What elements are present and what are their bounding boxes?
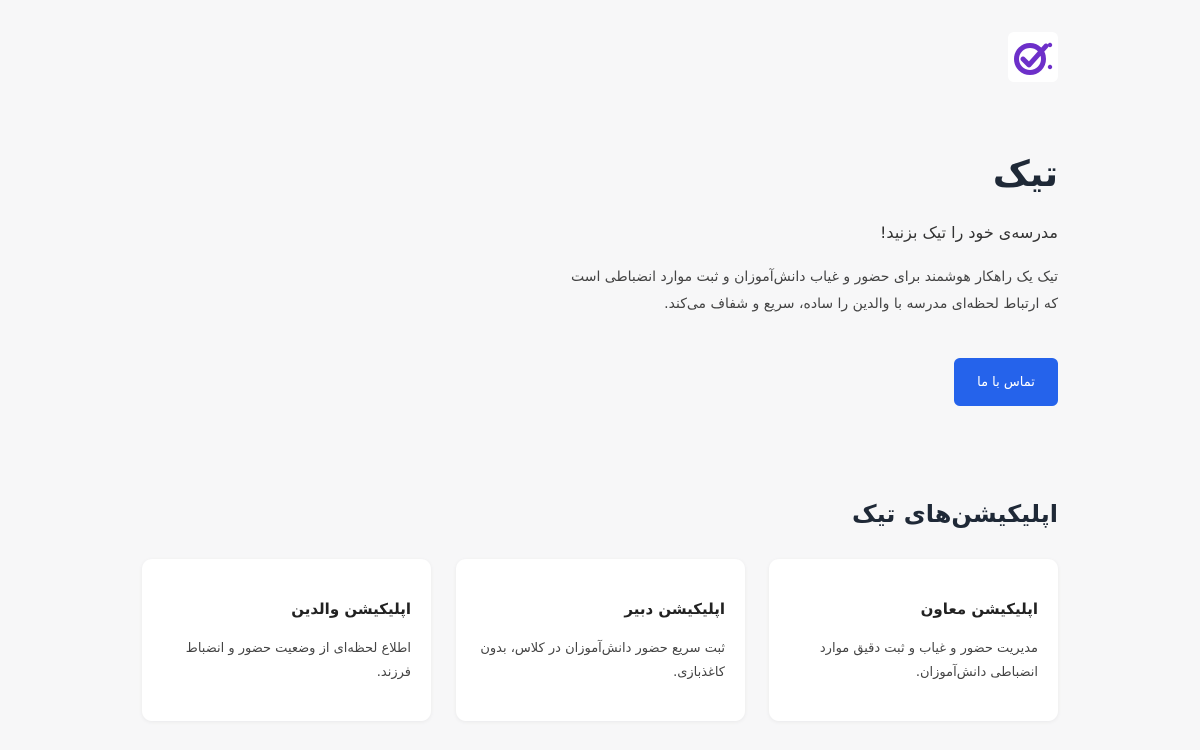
app-card-assistant: اپلیکیشن معاون مدیریت حضور و غیاب و ثبت … xyxy=(769,559,1058,721)
hero-description: تیک یک راهکار هوشمند برای حضور و غیاب دا… xyxy=(570,269,1058,312)
app-card-title: اپلیکیشن والدین xyxy=(291,600,411,618)
app-card-description: اطلاع لحظه‌ای از وضعیت حضور و انضباط فرز… xyxy=(185,641,411,680)
app-card-parents: اپلیکیشن والدین اطلاع لحظه‌ای از وضعیت ح… xyxy=(142,559,431,721)
hero-tagline: مدرسه‌ی خود را تیک بزنید! xyxy=(880,223,1058,242)
hero-section: تیک مدرسه‌ی خود را تیک بزنید! تیک یک راه… xyxy=(558,150,1058,318)
app-card-title: اپلیکیشن دبیر xyxy=(624,600,725,618)
app-card-teacher: اپلیکیشن دبیر ثبت سریع حضور دانش‌آموزان … xyxy=(456,559,745,721)
landing-page: تیک مدرسه‌ی خود را تیک بزنید! تیک یک راه… xyxy=(0,0,1200,750)
contact-us-button[interactable]: تماس با ما xyxy=(954,358,1058,406)
app-card-description: مدیریت حضور و غیاب و ثبت دقیق موارد انضب… xyxy=(819,641,1038,680)
app-card-description: ثبت سریع حضور دانش‌آموزان در کلاس، بدون … xyxy=(480,641,725,680)
app-card-title: اپلیکیشن معاون xyxy=(920,600,1038,618)
apps-section-title: اپلیکیشن‌های تیک xyxy=(852,500,1058,528)
hero-title: تیک xyxy=(992,154,1058,195)
tik-logo-icon xyxy=(1008,32,1058,82)
